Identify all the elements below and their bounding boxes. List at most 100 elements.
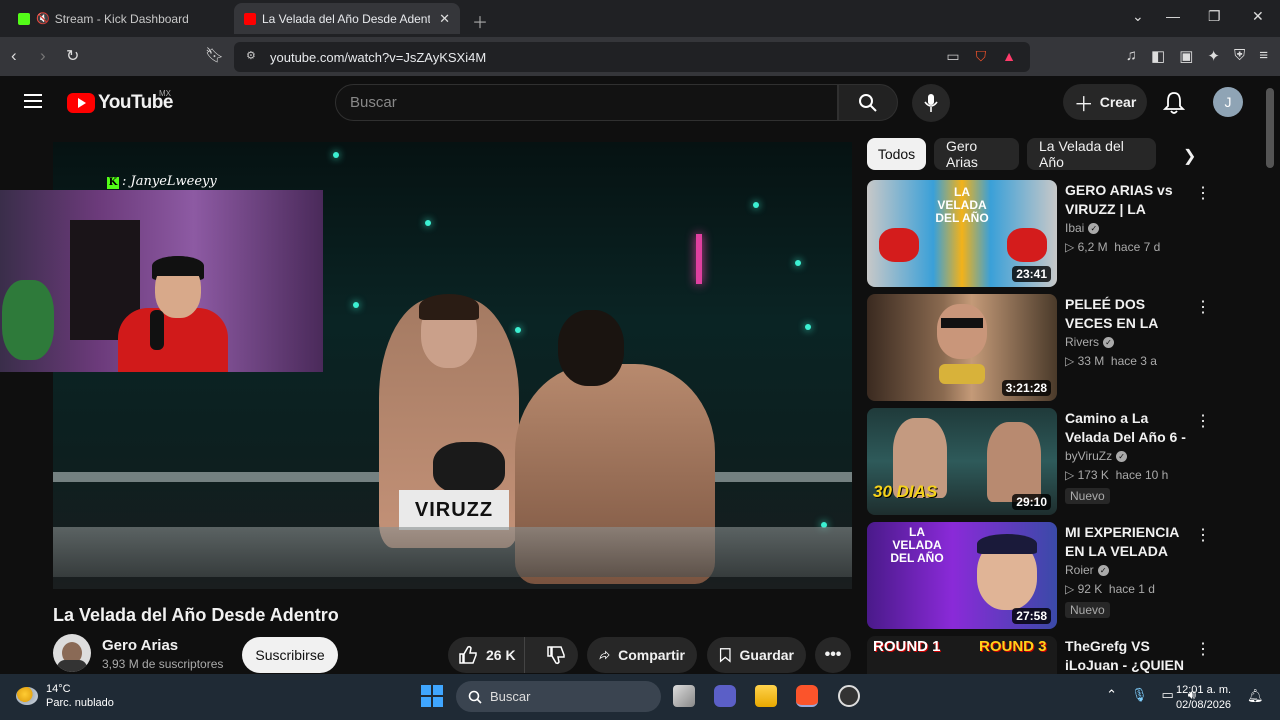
file-explorer-icon[interactable] bbox=[755, 685, 777, 707]
more-options-icon[interactable]: ⋮ bbox=[1195, 525, 1212, 545]
task-view-icon[interactable] bbox=[673, 685, 695, 707]
youtube-play-icon bbox=[67, 93, 95, 113]
account-avatar[interactable]: J bbox=[1213, 87, 1243, 117]
search-input[interactable]: Buscar bbox=[335, 84, 838, 121]
save-button[interactable]: Guardar bbox=[707, 637, 806, 673]
brave-browser-icon[interactable] bbox=[796, 685, 818, 707]
video-thumbnail[interactable]: 30 DIAS 29:10 bbox=[867, 408, 1057, 515]
thumbs-down-icon bbox=[546, 646, 565, 665]
back-icon[interactable]: ‹ bbox=[11, 46, 17, 66]
close-tab-icon[interactable]: ✕ bbox=[439, 11, 450, 27]
chip-gero-arias[interactable]: Gero Arias bbox=[934, 138, 1019, 170]
like-button[interactable]: 26 K bbox=[448, 637, 526, 673]
notifications-bell-icon[interactable] bbox=[1163, 91, 1185, 115]
recommendation-title[interactable]: PELEÉ DOS VECES EN LA VELADA DEL... bbox=[1065, 295, 1191, 333]
create-label: Crear bbox=[1099, 94, 1137, 110]
tab-kick-dashboard[interactable]: 🔇 Stream - Kick Dashboard bbox=[8, 3, 230, 34]
recommendation-item[interactable]: ROUND 1 ROUND 3 TheGrefg VS iLoJuan - ¿Q… bbox=[867, 636, 1267, 674]
more-options-icon[interactable]: ⋮ bbox=[1195, 411, 1212, 431]
bookmark-icon[interactable]: 🔖︎ bbox=[205, 46, 224, 64]
video-thumbnail[interactable]: LA VELADA DEL AÑO 23:41 bbox=[867, 180, 1057, 287]
create-button[interactable]: ＋ Crear bbox=[1063, 84, 1147, 120]
windows-start-icon[interactable] bbox=[421, 685, 443, 707]
url-text: youtube.com/watch?v=JsZAyKSXi4M bbox=[270, 49, 487, 65]
reload-icon[interactable]: ↻ bbox=[66, 46, 79, 66]
like-dislike-group: 26 K bbox=[448, 637, 578, 673]
cast-icon[interactable]: ▭ bbox=[946, 48, 959, 65]
channel-avatar[interactable] bbox=[53, 634, 91, 672]
chevron-up-icon[interactable]: ⌃ bbox=[1106, 687, 1117, 703]
taskbar-search[interactable]: Buscar bbox=[456, 681, 661, 712]
more-options-icon[interactable]: ⋮ bbox=[1195, 183, 1212, 203]
boxing-glove bbox=[433, 442, 505, 494]
chip-all[interactable]: Todos bbox=[867, 138, 926, 170]
brave-rewards-icon[interactable]: ▲ bbox=[1002, 48, 1016, 65]
search-button[interactable] bbox=[838, 84, 898, 121]
video-thumbnail[interactable]: LA VELADA DEL AÑO 27:58 bbox=[867, 522, 1057, 629]
notification-bell-icon[interactable]: 🔔︎ bbox=[1247, 688, 1264, 704]
recommendation-channel[interactable]: Ibai ✓ bbox=[1065, 221, 1100, 235]
recommendation-title[interactable]: TheGrefg VS iLoJuan - ¿QUIEN ... bbox=[1065, 637, 1191, 674]
maximize-icon[interactable]: ❐ bbox=[1208, 8, 1221, 25]
recommendation-item[interactable]: LA VELADA DEL AÑO 27:58 MI EXPERIENCIA E… bbox=[867, 522, 1267, 630]
view-count: 6,2 M bbox=[1077, 240, 1108, 254]
chip-la-velada[interactable]: La Velada del Año bbox=[1027, 138, 1156, 170]
recommendation-title[interactable]: MI EXPERIENCIA EN LA VELADA DEL AÑ... bbox=[1065, 523, 1191, 561]
date: 02/08/2026 bbox=[1176, 699, 1232, 711]
recommendation-channel[interactable]: Roier ✓ bbox=[1065, 563, 1109, 577]
recommendation-channel[interactable]: byViruZz ✓ bbox=[1065, 449, 1128, 463]
voice-search-button[interactable] bbox=[912, 84, 950, 122]
forward-icon[interactable]: › bbox=[40, 46, 46, 66]
youtube-favicon-icon bbox=[244, 12, 256, 25]
recommendation-item[interactable]: 30 DIAS 29:10 Camino a La Velada Del Año… bbox=[867, 408, 1267, 516]
subscribe-button[interactable]: Suscribirse bbox=[242, 637, 338, 673]
channel-name[interactable]: Gero Arias bbox=[102, 637, 178, 654]
channel-label: Rivers bbox=[1065, 335, 1100, 349]
wallet-icon[interactable]: ▣ bbox=[1179, 47, 1193, 65]
mute-icon[interactable]: 🔇 bbox=[36, 12, 50, 25]
weather-widget[interactable]: 14°C Parc. nublado bbox=[16, 682, 114, 710]
microphone bbox=[150, 310, 164, 350]
network-icon[interactable]: ▭ bbox=[1162, 687, 1174, 703]
recommendation-item[interactable]: 3:21:28 PELEÉ DOS VECES EN LA VELADA DEL… bbox=[867, 294, 1267, 402]
new-badge: Nuevo bbox=[1065, 602, 1110, 618]
youtube-logo[interactable]: YouTube MX bbox=[67, 89, 173, 114]
media-icon[interactable]: ♫ bbox=[1126, 47, 1137, 65]
streamer-name: : JanyeLweeyy bbox=[122, 174, 217, 189]
video-thumbnail[interactable]: 3:21:28 bbox=[867, 294, 1057, 401]
address-bar[interactable]: ⚙ youtube.com/watch?v=JsZAyKSXi4M ▭ ⛉ ▲ bbox=[234, 42, 1030, 72]
more-actions-button[interactable]: ••• bbox=[815, 637, 851, 673]
site-info-icon[interactable]: ⚙ bbox=[246, 49, 256, 62]
sidebar-icon[interactable]: ◧ bbox=[1151, 47, 1165, 65]
verified-icon: ✓ bbox=[1088, 222, 1100, 234]
recommendation-title[interactable]: Camino a La Velada Del Año 6 - Capítul..… bbox=[1065, 409, 1191, 447]
tab-youtube-video[interactable]: La Velada del Año Desde Adentro ✕ bbox=[234, 3, 460, 34]
clock[interactable]: 12:01 a. m. 02/08/2026 bbox=[1176, 683, 1231, 713]
minimize-icon[interactable]: — bbox=[1166, 8, 1180, 24]
brave-shield-icon[interactable]: ⛉ bbox=[976, 48, 987, 65]
microphone-icon[interactable]: 🎙︎ bbox=[1131, 687, 1148, 703]
app-icon[interactable] bbox=[838, 685, 860, 707]
hamburger-menu-icon[interactable] bbox=[24, 94, 42, 112]
menu-icon[interactable]: ≡ bbox=[1259, 47, 1268, 65]
chevron-right-icon[interactable]: ❯ bbox=[1183, 146, 1196, 166]
teams-icon[interactable] bbox=[714, 685, 736, 707]
save-label: Guardar bbox=[739, 647, 794, 663]
close-window-icon[interactable]: ✕ bbox=[1252, 8, 1264, 25]
temperature: 14°C bbox=[46, 683, 71, 695]
more-options-icon[interactable]: ⋮ bbox=[1195, 639, 1212, 659]
share-button[interactable]: Compartir bbox=[587, 637, 697, 673]
recommendation-title[interactable]: GERO ARIAS vs VIRUZZ | LA VELAD... bbox=[1065, 181, 1191, 219]
leo-ai-icon[interactable]: ✦ bbox=[1207, 47, 1220, 65]
dislike-button[interactable] bbox=[533, 637, 578, 673]
recommendation-item[interactable]: LA VELADA DEL AÑO 23:41 GERO ARIAS vs VI… bbox=[867, 180, 1267, 288]
browser-extensions: ♫ ◧ ▣ ✦ ⛨ ≡ bbox=[1126, 47, 1268, 65]
recommendation-channel[interactable]: Rivers ✓ bbox=[1065, 335, 1115, 349]
chevron-down-icon[interactable]: ⌄ bbox=[1132, 8, 1144, 25]
more-options-icon[interactable]: ⋮ bbox=[1195, 297, 1212, 317]
verified-icon: ✓ bbox=[1097, 564, 1109, 576]
page-scrollbar[interactable] bbox=[1266, 88, 1274, 168]
vpn-icon[interactable]: ⛨ bbox=[1234, 47, 1245, 65]
video-thumbnail[interactable]: ROUND 1 ROUND 3 bbox=[867, 636, 1057, 674]
new-tab-icon[interactable]: ＋ bbox=[472, 9, 488, 33]
